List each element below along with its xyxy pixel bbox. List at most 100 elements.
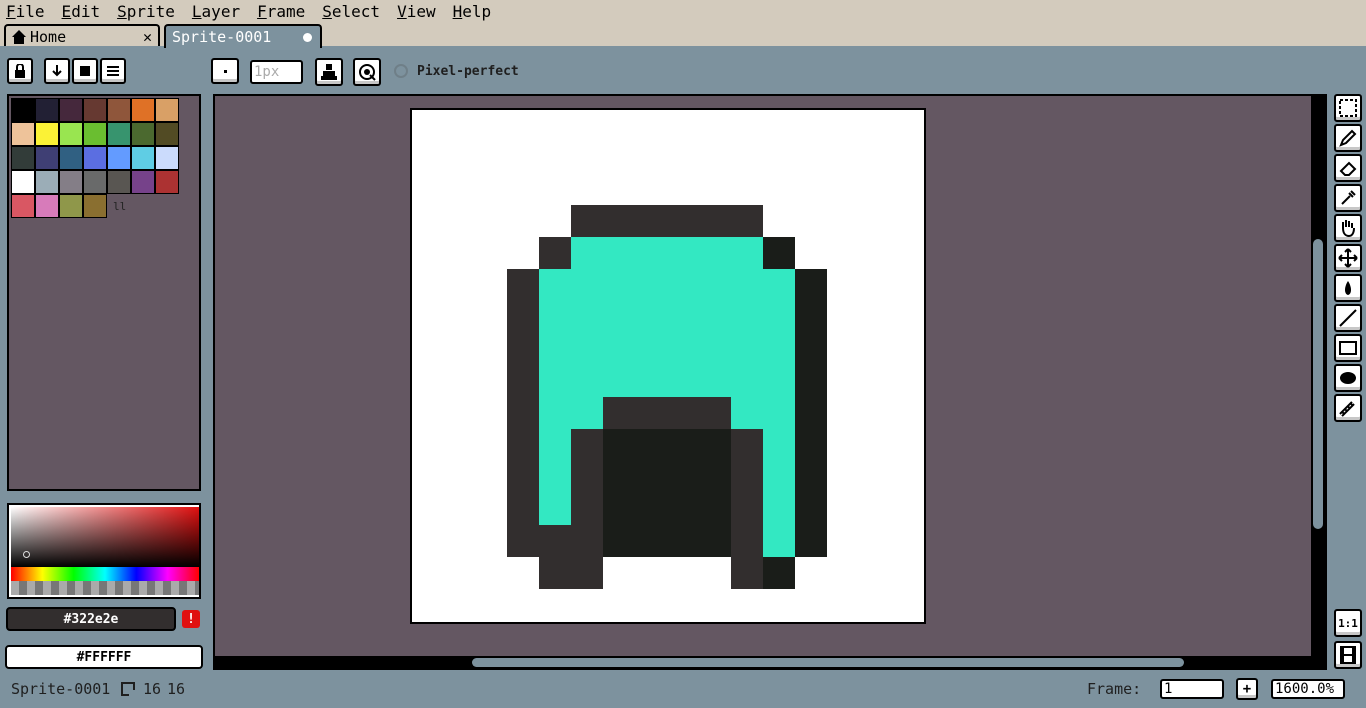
sprite-canvas[interactable] — [410, 108, 926, 624]
sprite-pixel — [539, 557, 571, 589]
pressure-button[interactable] — [353, 58, 381, 86]
sprite-pixel — [667, 397, 699, 429]
palette-swatch[interactable] — [83, 122, 107, 146]
eyedropper-tool[interactable] — [1334, 184, 1362, 212]
warning-icon[interactable]: ! — [182, 610, 200, 628]
foreground-color-field[interactable]: #322e2e — [6, 607, 176, 631]
saturation-value-area[interactable] — [11, 507, 199, 567]
palette-swatch[interactable] — [11, 146, 35, 170]
lock-button[interactable] — [7, 58, 33, 84]
brush-type-button[interactable] — [211, 58, 239, 84]
eraser-tool[interactable] — [1334, 154, 1362, 182]
blur-tool[interactable] — [1334, 394, 1362, 422]
menu-file[interactable]: File — [6, 2, 45, 21]
sprite-pixel — [699, 365, 731, 397]
sprite-pixel — [763, 333, 795, 365]
ellipse-tool[interactable] — [1334, 364, 1362, 392]
hand-tool[interactable] — [1334, 214, 1362, 242]
palette-swatch[interactable] — [11, 194, 35, 218]
hue-slider[interactable] — [11, 567, 199, 581]
menu-frame[interactable]: Frame — [257, 2, 305, 21]
palette-swatch[interactable] — [107, 122, 131, 146]
sprite-pixel — [763, 269, 795, 301]
pencil-tool[interactable] — [1334, 124, 1362, 152]
palette-swatch[interactable] — [59, 170, 83, 194]
menu-sprite[interactable]: Sprite — [117, 2, 175, 21]
tab-sprite[interactable]: Sprite-0001 — [164, 24, 322, 48]
sprite-pixel — [635, 365, 667, 397]
sprite-pixel — [571, 365, 603, 397]
sprite-pixel — [731, 525, 763, 557]
menu-button[interactable] — [100, 58, 126, 84]
vertical-scroll-thumb[interactable] — [1313, 239, 1323, 529]
palette-swatch[interactable] — [11, 98, 35, 122]
palette-swatch[interactable] — [155, 170, 179, 194]
palette-swatch[interactable] — [131, 170, 155, 194]
palette-swatch[interactable] — [131, 122, 155, 146]
background-color-field[interactable]: #FFFFFF — [5, 645, 203, 669]
palette-swatch[interactable] — [83, 146, 107, 170]
palette-swatch[interactable] — [107, 170, 131, 194]
line-tool[interactable] — [1334, 304, 1362, 332]
menu-help[interactable]: Help — [453, 2, 492, 21]
palette-swatch[interactable] — [155, 122, 179, 146]
palette-resize-handle[interactable]: ll — [113, 200, 126, 213]
menu-view[interactable]: View — [397, 2, 436, 21]
timeline-button[interactable] — [1334, 641, 1362, 669]
palette-swatch[interactable] — [59, 122, 83, 146]
stop-button[interactable] — [72, 58, 98, 84]
close-icon[interactable]: ✕ — [143, 28, 152, 46]
palette-swatch[interactable] — [35, 170, 59, 194]
palette-swatch[interactable] — [59, 194, 83, 218]
unsaved-dot-icon[interactable] — [303, 32, 312, 42]
palette-swatch[interactable] — [83, 170, 107, 194]
palette-swatch[interactable] — [155, 98, 179, 122]
zoom-input[interactable]: 1600.0% — [1271, 679, 1345, 699]
horizontal-scrollbar[interactable] — [215, 656, 1325, 668]
palette-swatch[interactable] — [11, 122, 35, 146]
sprite-editor[interactable] — [213, 94, 1327, 670]
vertical-scrollbar[interactable] — [1311, 96, 1325, 668]
palette-swatch[interactable] — [83, 98, 107, 122]
menu-layer[interactable]: Layer — [192, 2, 240, 21]
sprite-pixel — [731, 461, 763, 493]
palette-swatch[interactable] — [155, 146, 179, 170]
add-frame-button[interactable]: + — [1236, 678, 1258, 700]
palette-swatch[interactable] — [131, 146, 155, 170]
marquee-tool[interactable] — [1334, 94, 1362, 122]
move-tool[interactable] — [1334, 244, 1362, 272]
palette-swatch[interactable] — [107, 98, 131, 122]
ink-button[interactable] — [315, 58, 343, 86]
sprite-pixel — [635, 333, 667, 365]
palette-swatch[interactable] — [35, 122, 59, 146]
brush-size-input[interactable]: 1px — [250, 60, 303, 84]
actual-size-button[interactable]: 1:1 — [1334, 609, 1362, 637]
sprite-pixel — [667, 269, 699, 301]
eraser-icon — [1339, 161, 1357, 176]
palette-swatch[interactable] — [35, 98, 59, 122]
sprite-pixel — [699, 429, 731, 461]
frame-input[interactable]: 1 — [1160, 679, 1224, 699]
pixel-perfect-checkbox[interactable] — [394, 64, 408, 78]
paint-bucket-tool[interactable] — [1334, 274, 1362, 302]
palette-swatch[interactable] — [59, 146, 83, 170]
palette-swatch[interactable] — [11, 170, 35, 194]
alpha-slider[interactable] — [11, 581, 199, 595]
menu-edit[interactable]: Edit — [62, 2, 101, 21]
rectangle-tool[interactable] — [1334, 334, 1362, 362]
palette-swatch[interactable] — [35, 194, 59, 218]
sprite-pixel — [731, 301, 763, 333]
palette-swatch[interactable] — [107, 146, 131, 170]
color-picker[interactable] — [7, 503, 201, 599]
palette-swatch[interactable] — [83, 194, 107, 218]
palette-swatch[interactable] — [35, 146, 59, 170]
arrow-down-icon — [52, 65, 62, 77]
menu-select[interactable]: Select — [322, 2, 380, 21]
sprite-pixel — [667, 237, 699, 269]
arrow-down-button[interactable] — [44, 58, 70, 84]
palette-swatch[interactable] — [131, 98, 155, 122]
tab-home[interactable]: Home ✕ — [4, 24, 160, 48]
horizontal-scroll-thumb[interactable] — [472, 658, 1184, 667]
palette-swatch[interactable] — [59, 98, 83, 122]
sprite-pixel — [635, 397, 667, 429]
